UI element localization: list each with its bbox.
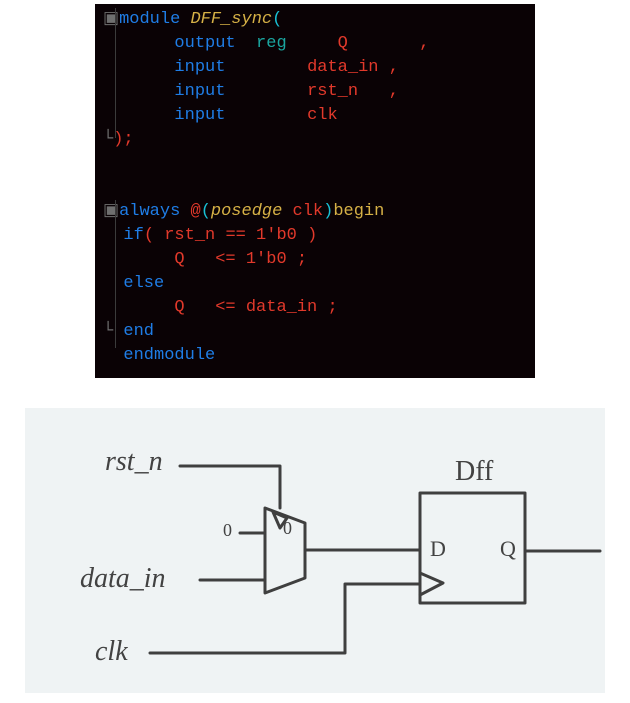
code-line-1: ▣module DFF_sync( [95, 8, 535, 32]
label-dff: Dff [455, 456, 493, 488]
circuit-diagram: rst_n data_in clk 0 0 Dff D Q [25, 408, 605, 693]
code-line-14: └ end [95, 320, 535, 344]
code-line-10: if( rst_n == 1'b0 ) [95, 224, 535, 248]
label-mux-zero: 0 [283, 518, 292, 539]
label-rst-n: rst_n [105, 446, 163, 478]
code-line-12: else [95, 272, 535, 296]
label-q: Q [500, 536, 516, 562]
code-line-13: Q <= data_in ; [95, 296, 535, 320]
label-clk: clk [95, 636, 128, 668]
label-data-in: data_in [80, 563, 166, 595]
code-line-4: input rst_n , [95, 80, 535, 104]
code-line-2: output reg Q , [95, 32, 535, 56]
code-line-8 [95, 176, 535, 200]
label-zero: 0 [223, 520, 232, 541]
page: ▣module DFF_sync( output reg Q , input d… [0, 4, 630, 693]
code-line-9: ▣always @(posedge clk)begin [95, 200, 535, 224]
code-line-11: Q <= 1'b0 ; [95, 248, 535, 272]
code-line-5: input clk [95, 104, 535, 128]
code-line-7 [95, 152, 535, 176]
code-line-3: input data_in , [95, 56, 535, 80]
label-d: D [430, 536, 446, 562]
code-line-15: endmodule [95, 344, 535, 368]
verilog-code-block: ▣module DFF_sync( output reg Q , input d… [95, 4, 535, 378]
code-line-6: └); [95, 128, 535, 152]
